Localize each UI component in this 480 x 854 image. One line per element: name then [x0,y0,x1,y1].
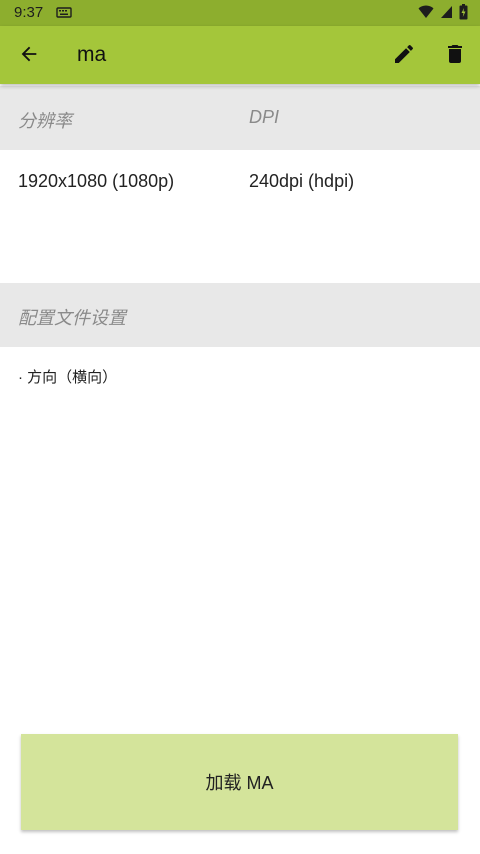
wifi-icon [418,5,434,24]
edit-button[interactable] [390,42,418,70]
trash-icon [443,42,467,71]
arrow-back-icon [18,43,40,70]
status-icons [418,4,468,25]
display-header: 分辨率 DPI [0,86,480,150]
back-button[interactable] [14,41,44,71]
resolution-header: 分辨率 [18,111,72,131]
resolution-value: 1920x1080 (1080p) [18,171,175,191]
display-values: 1920x1080 (1080p) 240dpi (hdpi) [0,150,480,282]
keyboard-icon [56,6,72,19]
signal-icon [440,5,453,24]
page-title: ma [77,43,107,66]
profile-settings-label: 配置文件设置 [18,308,126,328]
status-bar: 9:37 [0,0,480,26]
load-button[interactable]: 加载 MA [21,734,458,830]
battery-icon [459,4,468,25]
profile-settings-header: 配置文件设置 [0,283,480,347]
dpi-value: 240dpi (hdpi) [249,171,355,191]
app-bar: ma [0,26,480,84]
pencil-icon [392,42,416,71]
dpi-header: DPI [249,107,280,127]
delete-button[interactable] [441,42,469,70]
status-time: 9:37 [14,4,44,21]
screen: 9:37 ma 分辨率 DPI 1920x1080 (1080p) 240dpi… [0,0,480,854]
setting-item-orientation: · 方向（横向） [18,369,118,386]
